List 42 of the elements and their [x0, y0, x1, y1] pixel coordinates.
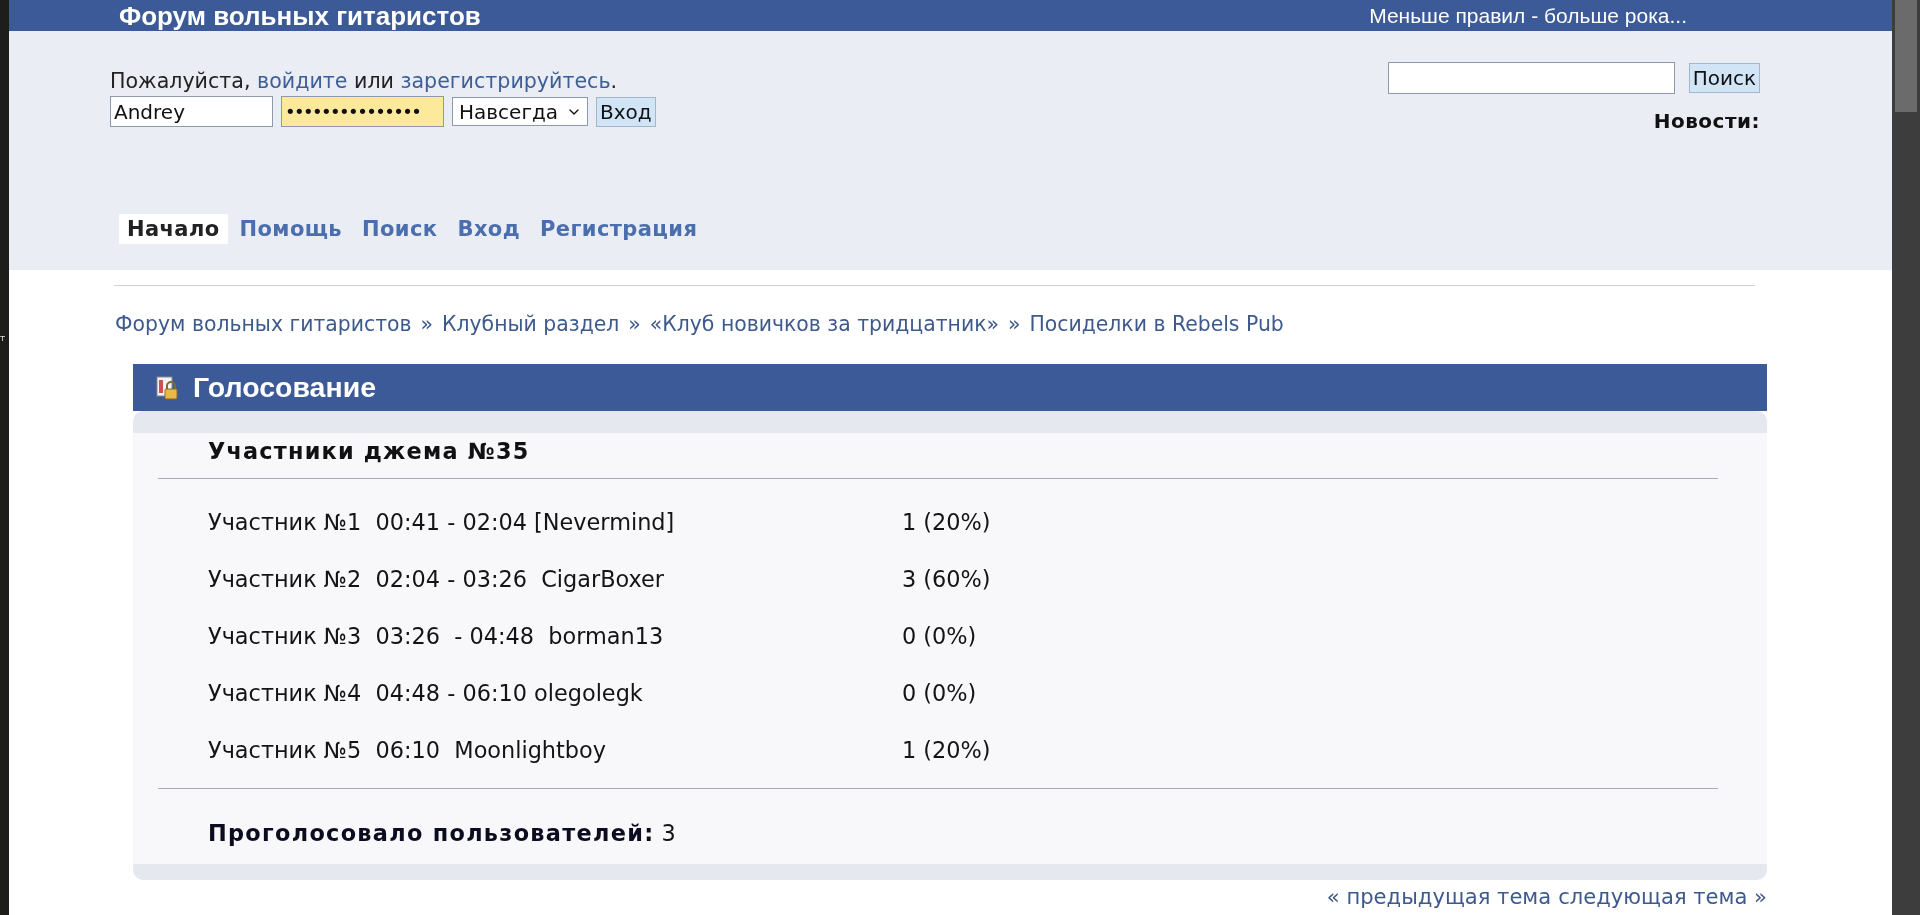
login-prompt: Пожалуйста, войдите или зарегистрируйтесь.	[110, 68, 618, 94]
poll-question: Участники джема №35	[208, 437, 530, 465]
site-title: Форум вольных гитаристов	[119, 0, 481, 31]
search-button[interactable]: Поиск	[1688, 63, 1760, 93]
poll-result: 1 (20%)	[902, 736, 991, 763]
edge-text: т	[0, 333, 7, 343]
poll-option: Участник №5 06:10 Moonlightboy	[208, 736, 606, 763]
nav-tab[interactable]: Регистрация	[532, 214, 706, 244]
previous-topic-link[interactable]: « предыдущая тема	[1326, 884, 1552, 910]
voters-total: Проголосовало пользователей: 3	[208, 819, 676, 848]
breadcrumb-link[interactable]: Форум вольных гитаристов	[115, 312, 412, 336]
next-topic-link[interactable]: следующая тема »	[1558, 884, 1767, 910]
text-link[interactable]: зарегистрируйтесь	[400, 69, 611, 93]
breadcrumb-separator: »	[1007, 312, 1021, 336]
password-field[interactable]: •••••••••••••••	[281, 96, 444, 127]
site-slogan: Меньше правил - больше рока...	[1369, 2, 1687, 29]
poll-option: Участник №4 04:48 - 06:10 olegolegk	[208, 679, 643, 706]
nav-tab[interactable]: Помощь	[231, 214, 351, 244]
poll-option: Участник №2 02:04 - 03:26 CigarBoxer	[208, 565, 665, 592]
duration-select[interactable]: Навсегда	[452, 97, 588, 126]
scrollbar-thumb[interactable]	[1895, 0, 1917, 112]
login-button[interactable]: Вход	[596, 96, 656, 127]
breadcrumb-link[interactable]: «Клуб новичков за тридцатник»	[649, 312, 999, 336]
breadcrumb-separator: »	[420, 312, 434, 336]
search-field[interactable]	[1387, 62, 1675, 94]
breadcrumb-link[interactable]: Посиделки в Rebels Pub	[1029, 312, 1284, 336]
news-label: Новости:	[1653, 108, 1760, 134]
nav-tab[interactable]: Поиск	[354, 214, 446, 244]
text-link[interactable]: войдите	[257, 69, 348, 93]
poll-result: 0 (0%)	[902, 679, 977, 706]
poll-option: Участник №1 00:41 - 02:04 [Nevermind]	[208, 508, 675, 535]
username-field[interactable]: Andrey	[110, 96, 273, 127]
poll-result: 0 (0%)	[902, 622, 977, 649]
breadcrumb-link[interactable]: Клубный раздел	[442, 312, 620, 336]
poll-option: Участник №3 03:26 - 04:48 borman13	[208, 622, 664, 649]
poll-result: 3 (60%)	[902, 565, 991, 592]
breadcrumb-separator: »	[628, 312, 641, 336]
nav-tab[interactable]: Вход	[449, 214, 528, 244]
nav-tab[interactable]: Начало	[119, 214, 228, 244]
locked-document-icon	[155, 375, 179, 400]
poll-header-title: Голосование	[193, 371, 377, 404]
poll-result: 1 (20%)	[902, 508, 991, 535]
